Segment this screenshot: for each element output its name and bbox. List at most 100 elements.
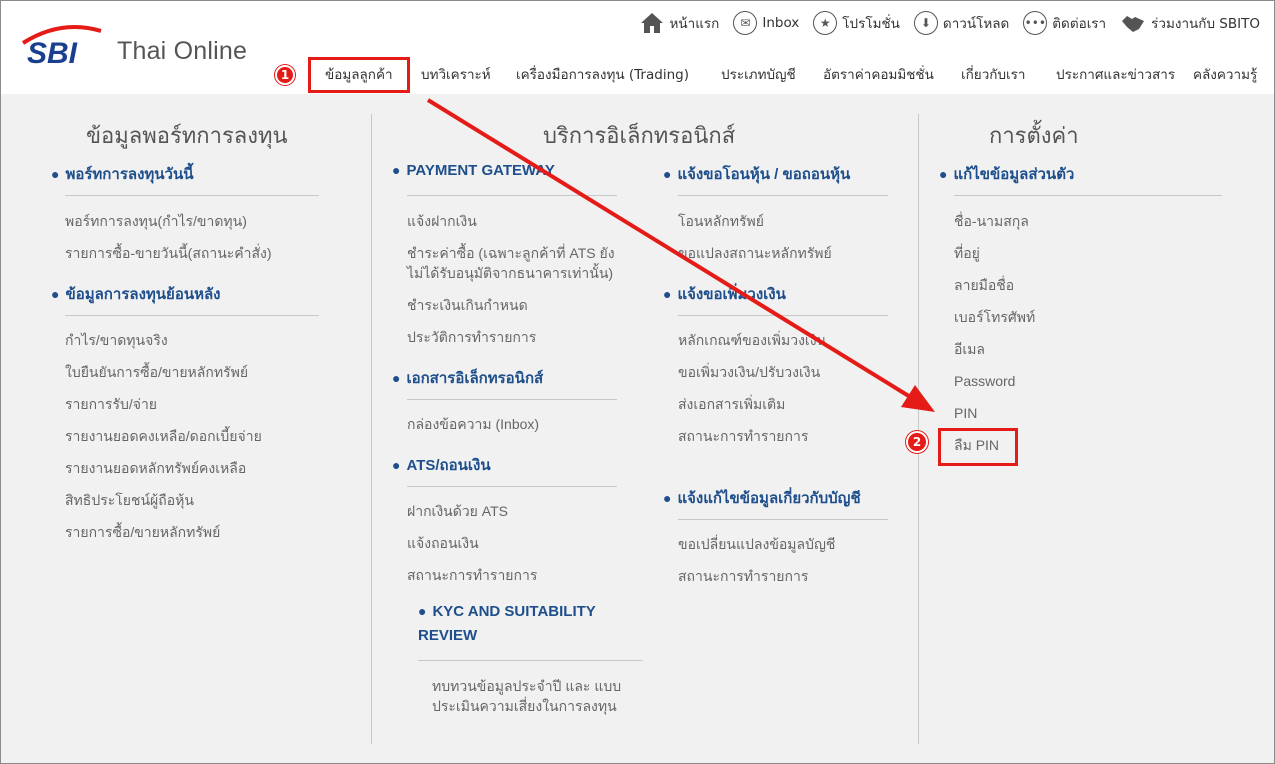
column-divider: [918, 114, 919, 744]
section-title: ข้อมูลการลงทุนย้อนหลัง: [65, 286, 221, 303]
inbox-link[interactable]: ✉ Inbox: [733, 11, 799, 35]
careers-link[interactable]: ร่วมงานกับ SBITO: [1120, 11, 1260, 35]
section-personal-info[interactable]: ● แก้ไขข้อมูลส่วนตัว: [939, 162, 1074, 186]
divider: [678, 195, 888, 196]
menu-link[interactable]: ชำระค่าซื้อ (เฉพาะลูกค้าที่ ATS ยัง: [407, 243, 615, 263]
portfolio-column-title: ข้อมูลพอร์ทการลงทุน: [86, 124, 288, 149]
contact-link-label: ติดต่อเรา: [1052, 16, 1107, 32]
menu-link[interactable]: รายการรับ/จ่าย: [65, 394, 157, 414]
menu-link[interactable]: หลักเกณฑ์ของเพิ่มวงเงิน: [678, 330, 826, 350]
divider: [678, 315, 888, 316]
eservices-column-title: บริการอิเล็กทรอนิกส์: [543, 124, 736, 149]
section-ats-withdraw[interactable]: ● ATS/ถอนเงิน: [392, 453, 491, 477]
nav-knowledge[interactable]: คลังความรู้: [1193, 57, 1257, 93]
menu-link[interactable]: กล่องข้อความ (Inbox): [407, 414, 539, 434]
menu-link[interactable]: ไม่ได้รับอนุมัติจากธนาคารเท่านั้น): [407, 263, 613, 283]
menu-link[interactable]: สถานะการทำรายการ: [678, 566, 808, 586]
section-title: ATS/ถอนเงิน: [406, 457, 491, 474]
column-divider: [371, 114, 372, 744]
forgot-pin-highlight: [938, 428, 1018, 466]
divider: [678, 519, 888, 520]
home-link-label: หน้าแรก: [669, 16, 720, 32]
menu-link[interactable]: ประวัติการทำรายการ: [407, 327, 536, 347]
section-kyc[interactable]: ● KYC AND SUITABILITY: [418, 603, 596, 620]
menu-link-password[interactable]: Password: [954, 371, 1015, 391]
menu-link-signature[interactable]: ลายมือชื่อ: [954, 275, 1014, 295]
section-title: แจ้งขอโอนหุ้น / ขอถอนหุ้น: [677, 166, 851, 183]
careers-link-label: ร่วมงานกับ SBITO: [1151, 16, 1260, 32]
divider: [65, 315, 319, 316]
menu-link-email[interactable]: อีเมล: [954, 339, 985, 359]
sbi-logo-mark: SBI: [21, 25, 102, 70]
section-edocuments[interactable]: ● เอกสารอิเล็กทรอนิกส์: [392, 366, 543, 390]
menu-link[interactable]: รายงานยอดหลักทรัพย์คงเหลือ: [65, 458, 246, 478]
nav-analysis[interactable]: บทวิเคราะห์: [421, 57, 491, 93]
section-portfolio-today[interactable]: ● พอร์ทการลงทุนวันนี้: [51, 162, 193, 186]
settings-column-title: การตั้งค่า: [989, 124, 1079, 149]
download-link-label: ดาวน์โหลด: [942, 16, 1010, 32]
menu-link[interactable]: ใบยืนยันการซื้อ/ขายหลักทรัพย์: [65, 362, 248, 382]
menu-link[interactable]: ขอแปลงสถานะหลักทรัพย์: [678, 243, 832, 263]
menu-link-name[interactable]: ชื่อ-นามสกุล: [954, 211, 1029, 231]
home-icon: [639, 11, 665, 35]
section-title: พอร์ทการลงทุนวันนี้: [65, 166, 194, 183]
section-kyc-line2[interactable]: REVIEW: [418, 627, 477, 644]
star-icon: ★: [813, 11, 838, 35]
header: SBI Thai Online หน้าแรก ✉ Inbox ★ โปรโมช…: [1, 1, 1274, 94]
menu-link[interactable]: แจ้งฝากเงิน: [407, 211, 477, 231]
promotion-link[interactable]: ★ โปรโมชั่น: [813, 11, 900, 35]
menu-link[interactable]: สถานะการทำรายการ: [407, 565, 537, 585]
menu-link[interactable]: แจ้งถอนเงิน: [407, 533, 479, 553]
svg-text:SBI: SBI: [27, 37, 78, 68]
promotion-link-label: โปรโมชั่น: [842, 16, 900, 32]
menu-link-phone[interactable]: เบอร์โทรศัพท์: [954, 307, 1035, 327]
section-title: เอกสารอิเล็กทรอนิกส์: [406, 370, 544, 387]
menu-link[interactable]: โอนหลักทรัพย์: [678, 211, 764, 231]
section-title: แจ้งขอเพิ่มวงเงิน: [677, 286, 786, 303]
home-link[interactable]: หน้าแรก: [639, 11, 720, 35]
divider: [407, 486, 617, 487]
section-title: แจ้งแก้ไขข้อมูลเกี่ยวกับบัญชี: [677, 490, 861, 507]
menu-link[interactable]: รายงานยอดคงเหลือ/ดอกเบี้ยจ่าย: [65, 426, 262, 446]
menu-link[interactable]: ชำระเงินเกินกำหนด: [407, 295, 528, 315]
menu-link[interactable]: ทบทวนข้อมูลประจำปี และ แบบ: [432, 676, 621, 696]
download-link[interactable]: ⬇ ดาวน์โหลด: [913, 11, 1010, 35]
nav-customer-info[interactable]: ข้อมูลลูกค้า: [308, 57, 410, 93]
top-links: หน้าแรก ✉ Inbox ★ โปรโมชั่น ⬇ ดาวน์โหลด …: [625, 9, 1260, 37]
logo-text: Thai Online: [117, 37, 248, 65]
download-icon: ⬇: [913, 11, 938, 35]
nav-trading-tools[interactable]: เครื่องมือการลงทุน (Trading): [516, 57, 689, 93]
menu-link[interactable]: พอร์ทการลงทุน(กำไร/ขาดทุน): [65, 211, 247, 231]
menu-link[interactable]: ส่งเอกสารเพิ่มเติม: [678, 394, 785, 414]
section-investment-history[interactable]: ● ข้อมูลการลงทุนย้อนหลัง: [51, 282, 221, 306]
divider: [954, 195, 1222, 196]
menu-link[interactable]: สถานะการทำรายการ: [678, 426, 808, 446]
step-2-badge: 2: [906, 431, 928, 453]
section-stock-transfer[interactable]: ● แจ้งขอโอนหุ้น / ขอถอนหุ้น: [663, 162, 850, 186]
menu-link[interactable]: ประเมินความเสี่ยงในการลงทุน: [432, 696, 617, 716]
section-title: PAYMENT GATEWAY: [406, 162, 555, 179]
menu-link[interactable]: รายการซื้อ-ขายวันนี้(สถานะคำสั่ง): [65, 243, 272, 263]
nav-about[interactable]: เกี่ยวกับเรา: [961, 57, 1025, 93]
section-payment-gateway[interactable]: ● PAYMENT GATEWAY: [392, 162, 555, 179]
menu-link[interactable]: รายการซื้อ/ขายหลักทรัพย์: [65, 522, 220, 542]
menu-link-pin[interactable]: PIN: [954, 403, 977, 423]
divider: [65, 195, 319, 196]
nav-news[interactable]: ประกาศและข่าวสาร: [1056, 57, 1175, 93]
mail-icon: ✉: [733, 11, 758, 35]
menu-link[interactable]: สิทธิประโยชน์ผู้ถือหุ้น: [65, 490, 194, 510]
section-title: แก้ไขข้อมูลส่วนตัว: [953, 166, 1075, 183]
menu-link[interactable]: ขอเพิ่มวงเงิน/ปรับวงเงิน: [678, 362, 820, 382]
menu-link[interactable]: ฝากเงินด้วย ATS: [407, 501, 508, 521]
contact-link[interactable]: ••• ติดต่อเรา: [1023, 11, 1106, 35]
nav-commission[interactable]: อัตราค่าคอมมิชชั่น: [823, 57, 934, 93]
section-credit-line[interactable]: ● แจ้งขอเพิ่มวงเงิน: [663, 282, 786, 306]
menu-link-address[interactable]: ที่อยู่: [954, 243, 980, 263]
step-1-badge: 1: [275, 65, 295, 85]
sbi-logo[interactable]: SBI Thai Online: [21, 23, 251, 70]
menu-link[interactable]: กำไร/ขาดทุนจริง: [65, 330, 168, 350]
section-account-info[interactable]: ● แจ้งแก้ไขข้อมูลเกี่ยวกับบัญชี: [663, 486, 861, 510]
divider: [407, 195, 617, 196]
menu-link[interactable]: ขอเปลี่ยนแปลงข้อมูลบัญชี: [678, 534, 835, 554]
nav-account-types[interactable]: ประเภทบัญชี: [721, 57, 796, 93]
